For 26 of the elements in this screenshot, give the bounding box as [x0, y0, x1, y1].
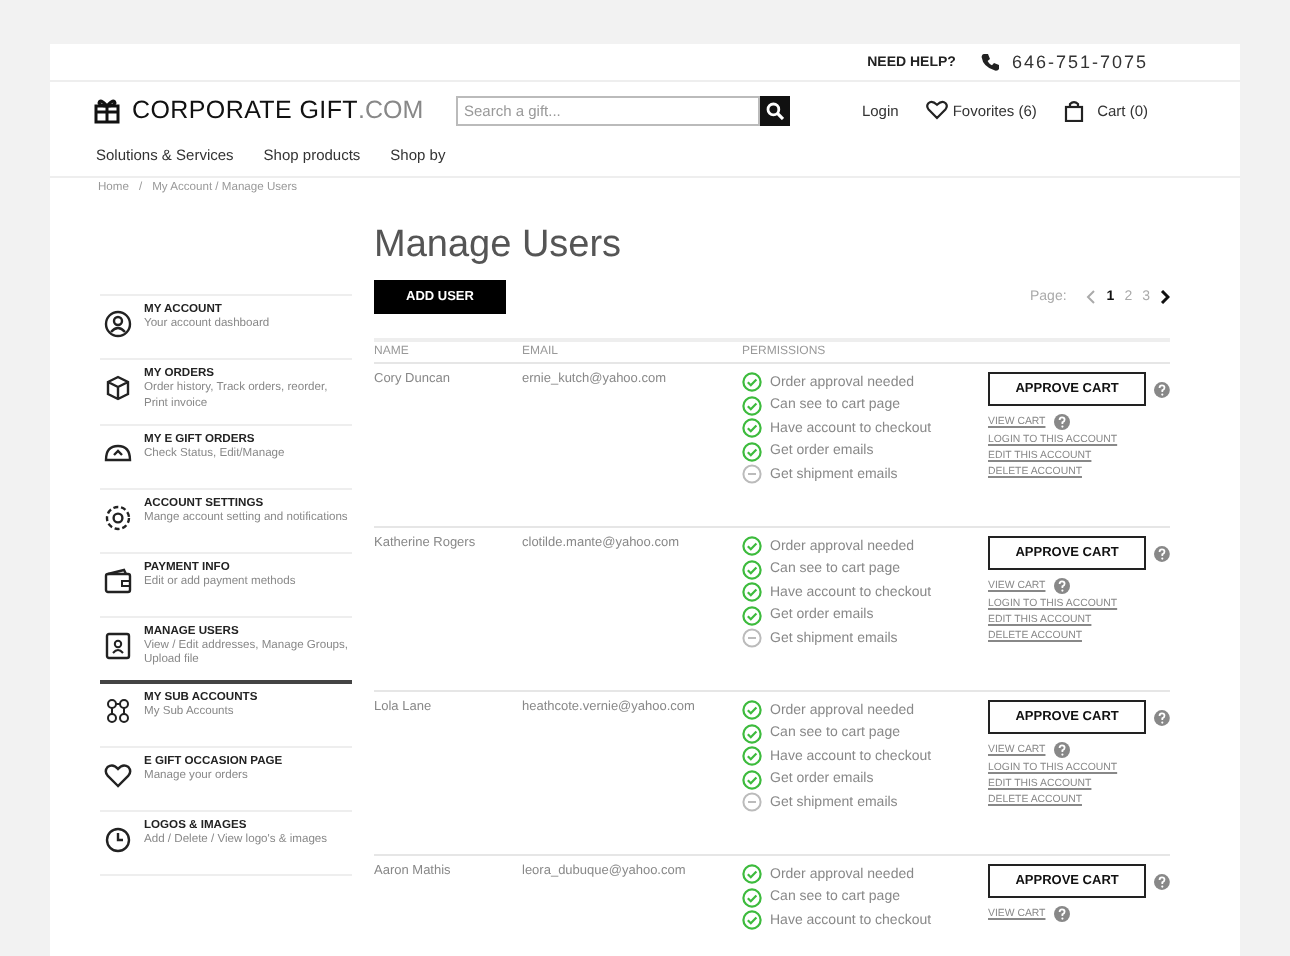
help-icon	[1154, 873, 1170, 889]
site-logo[interactable]: CORPORATE GIFT.COM	[132, 96, 424, 124]
help-icon	[1053, 906, 1070, 922]
page-title: Manage Users	[374, 224, 624, 268]
network-icon	[104, 698, 132, 727]
search-button[interactable]	[760, 95, 790, 125]
help-icon	[1154, 709, 1170, 725]
phone-number: 646-751-7075	[1011, 52, 1148, 72]
chevron-right-icon[interactable]	[1160, 290, 1170, 304]
heart-icon	[104, 762, 132, 791]
help-icon	[1154, 545, 1170, 561]
search-icon	[766, 101, 784, 119]
phone-icon	[979, 52, 1000, 72]
wallet-icon	[104, 567, 132, 596]
gift-icon	[94, 96, 120, 124]
box-icon	[104, 374, 132, 402]
heart-icon	[926, 100, 949, 120]
contact-card-icon	[104, 631, 132, 660]
user-icon	[104, 310, 132, 338]
clock-icon	[104, 826, 132, 855]
help-icon	[1053, 414, 1070, 430]
help-icon	[1053, 742, 1070, 758]
gear-icon	[104, 503, 132, 532]
help-icon	[1053, 578, 1070, 594]
help-icon	[1154, 381, 1170, 397]
shopping-bag-icon	[1064, 99, 1085, 121]
